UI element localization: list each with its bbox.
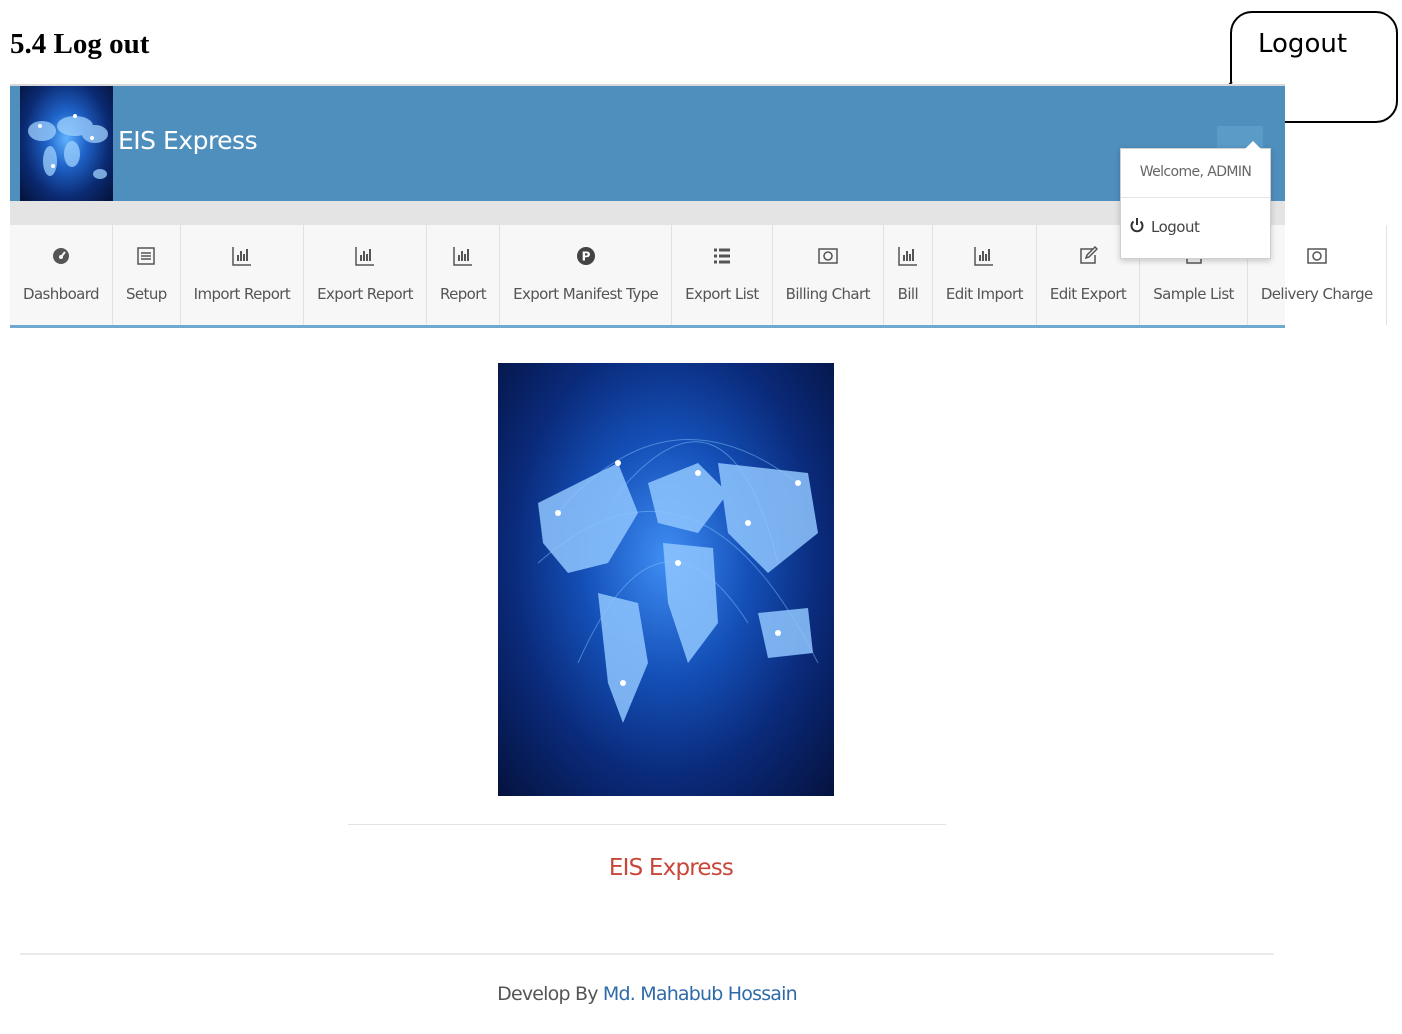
footer-prefix: Develop By (497, 983, 598, 1005)
power-icon (1129, 217, 1145, 237)
nav-label: Edit Import (945, 285, 1024, 303)
bar-chart-icon (897, 245, 919, 267)
list-icon (135, 245, 157, 267)
nav-label: Export List (685, 285, 759, 303)
nav-label: Setup (125, 285, 167, 303)
nav-item-bill[interactable]: Bill (884, 225, 933, 325)
nav-label: Sample List (1153, 285, 1234, 303)
app-header: EIS Express (10, 84, 1285, 203)
nav-item-setup[interactable]: Setup (113, 225, 181, 325)
logout-label: Logout (1151, 218, 1200, 236)
brand-text: EIS Express (608, 855, 734, 881)
nav-label: Import Report (193, 285, 291, 303)
dropdown-caret (1245, 141, 1261, 149)
user-dropdown-menu: Welcome, ADMIN Logout (1120, 141, 1271, 259)
nav-item-export-manifest-type[interactable]: P Export Manifest Type (500, 225, 673, 325)
world-map-image (498, 363, 834, 796)
welcome-text: Welcome, ADMIN (1121, 149, 1270, 198)
footer-credit: Develop By Md. Mahabub Hossain (0, 983, 1294, 1005)
nav-item-import-report[interactable]: Import Report (181, 225, 305, 325)
nav-item-edit-import[interactable]: Edit Import (933, 225, 1037, 325)
nav-label: Delivery Charge (1260, 285, 1373, 303)
p-badge-icon: P (575, 245, 597, 267)
svg-text:P: P (581, 250, 590, 264)
edit-icon (1077, 245, 1099, 267)
nav-item-export-report[interactable]: Export Report (304, 225, 427, 325)
dashboard-icon (50, 245, 72, 267)
logout-menu-item[interactable]: Logout (1129, 217, 1200, 237)
nav-item-dashboard[interactable]: Dashboard (10, 225, 113, 325)
content-divider (348, 824, 946, 825)
footer-divider (20, 953, 1274, 955)
bar-chart-icon (231, 245, 253, 267)
world-map-logo (20, 86, 113, 203)
main-navbar: Dashboard Setup Import Report Export Rep… (10, 225, 1387, 328)
nav-item-export-list[interactable]: Export List (672, 225, 773, 325)
header-separator-bar (10, 201, 1285, 225)
money-icon (817, 245, 839, 267)
bar-chart-icon (973, 245, 995, 267)
nav-item-report[interactable]: Report (427, 225, 501, 325)
nav-label: Dashboard (23, 285, 100, 303)
callout-label: Logout (1258, 29, 1348, 59)
nav-label: Export Manifest Type (513, 285, 659, 303)
nav-item-billing-chart[interactable]: Billing Chart (773, 225, 884, 325)
nav-label: Billing Chart (785, 285, 871, 303)
nav-label: Export Report (317, 285, 413, 303)
nav-label: Bill (897, 285, 919, 303)
app-title: EIS Express (118, 126, 258, 155)
document-heading: 5.4 Log out (10, 28, 150, 60)
nav-label: Edit Export (1049, 285, 1127, 303)
money-icon (1306, 245, 1328, 267)
footer-author: Md. Mahabub Hossain (602, 983, 798, 1005)
bar-chart-icon (354, 245, 376, 267)
nav-label: Report (439, 285, 487, 303)
list-icon (711, 245, 733, 267)
bar-chart-icon (452, 245, 474, 267)
